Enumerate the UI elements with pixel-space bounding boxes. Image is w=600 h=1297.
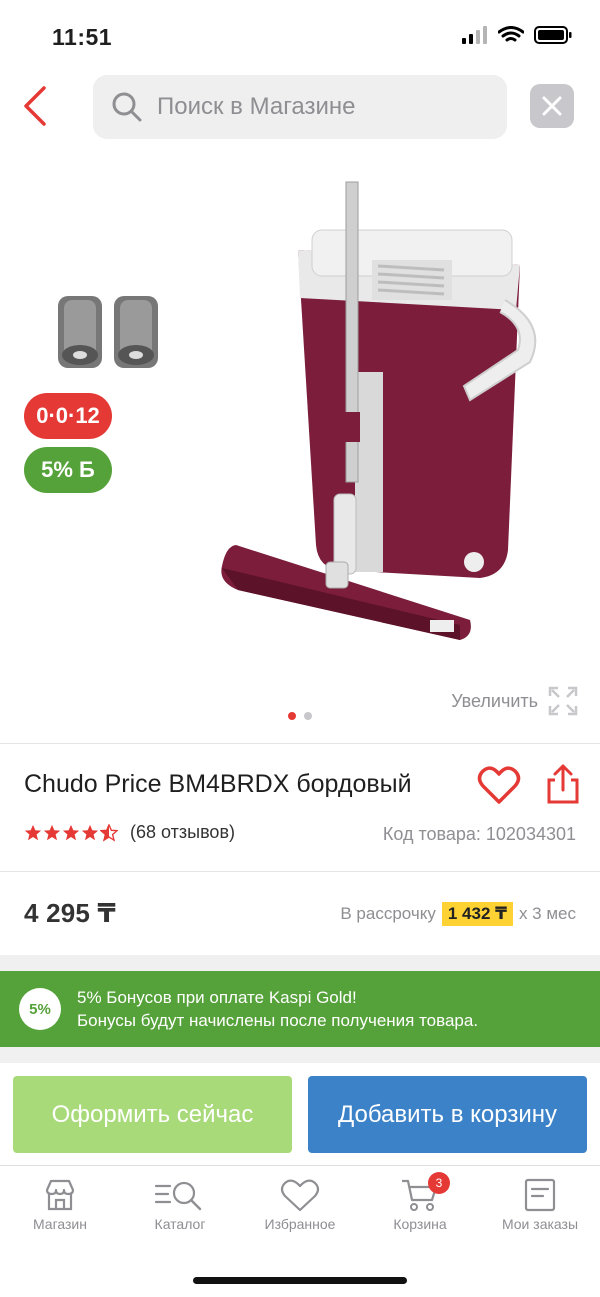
tab-favorites-label: Избранное — [264, 1216, 336, 1232]
wifi-icon — [498, 26, 524, 42]
product-sku: Код товара: 102034301 — [382, 824, 576, 844]
zoom-label: Увеличить — [451, 690, 538, 711]
gallery-pagination — [288, 712, 312, 720]
star-icon — [43, 824, 61, 840]
tab-catalog-label: Каталог — [154, 1216, 206, 1232]
heart-icon — [477, 766, 521, 804]
divider — [0, 743, 600, 744]
gallery-dot-active[interactable] — [288, 712, 296, 720]
product-image — [58, 181, 537, 640]
section-separator — [0, 1047, 600, 1063]
share-button[interactable] — [545, 764, 581, 806]
tab-favorites[interactable]: Избранное — [240, 1178, 360, 1232]
search-bar[interactable] — [93, 75, 507, 139]
store-icon — [45, 1179, 75, 1211]
installment-suffix: х 3 мес — [518, 904, 576, 923]
expand-icon — [548, 686, 578, 716]
share-icon — [547, 764, 579, 804]
tab-orders[interactable]: Мои заказы — [480, 1178, 600, 1232]
tab-shop[interactable]: Магазин — [0, 1178, 120, 1232]
chevron-left-icon — [24, 86, 46, 126]
battery-icon — [534, 26, 572, 44]
gallery-dot[interactable] — [304, 712, 312, 720]
tab-shop-label: Магазин — [32, 1216, 87, 1232]
bonus-banner-note: Бонусы будут начислены после получения т… — [77, 1011, 479, 1030]
installment-info: В рассрочку 1 432 ₸ х 3 мес — [340, 902, 576, 926]
catalog-search-icon — [154, 1181, 202, 1211]
orders-icon — [524, 1178, 556, 1212]
search-input[interactable] — [157, 93, 477, 121]
installment-badge: 0·0·12 — [24, 393, 112, 439]
zoom-button[interactable]: Увеличить — [451, 686, 578, 716]
search-header — [0, 70, 600, 146]
product-price: 4 295 ₸ — [24, 898, 116, 928]
status-time: 11:51 — [52, 24, 113, 50]
search-icon — [112, 92, 142, 122]
rating-row[interactable]: (68 отзывов) — [24, 822, 235, 843]
star-icon — [62, 824, 80, 840]
close-icon — [542, 96, 562, 116]
star-icon — [24, 824, 42, 840]
status-icons — [462, 26, 572, 44]
product-title: Chudo Price BM4BRDX бордовый — [24, 770, 412, 798]
bonus-banner: 5% 5% Бонусов при оплате Kaspi Gold! Бон… — [0, 971, 600, 1047]
installment-prefix: В рассрочку — [340, 904, 436, 923]
divider — [0, 871, 600, 872]
rating-stars — [24, 823, 118, 842]
clear-search-button[interactable] — [530, 84, 574, 128]
refill-pads-image — [58, 296, 158, 368]
add-to-cart-button[interactable]: Добавить в корзину — [308, 1076, 587, 1153]
installment-amount: 1 432 ₸ — [441, 902, 513, 926]
tab-cart[interactable]: Корзина 3 — [360, 1172, 480, 1232]
tab-orders-label: Мои заказы — [501, 1216, 579, 1232]
heart-icon — [280, 1179, 320, 1212]
favorite-button[interactable] — [477, 765, 521, 805]
section-separator — [0, 955, 600, 971]
product-gallery[interactable]: 0·0·12 5% Б Увеличить — [0, 150, 600, 740]
checkout-now-button[interactable]: Оформить сейчас — [13, 1076, 292, 1153]
back-button[interactable] — [18, 84, 58, 128]
tab-cart-label: Корзина — [393, 1216, 447, 1232]
star-icon — [81, 824, 99, 840]
bonus-percent-badge: 5% — [19, 988, 61, 1030]
signal-icon — [462, 26, 487, 44]
bonus-badge: 5% Б — [24, 447, 112, 493]
home-indicator[interactable] — [193, 1277, 407, 1284]
status-bar: 11:51 — [0, 0, 600, 70]
cart-count-badge: 3 — [428, 1172, 450, 1194]
reviews-link[interactable]: (68 отзывов) — [130, 822, 235, 843]
star-half-icon — [100, 823, 118, 842]
bonus-banner-title: 5% Бонусов при оплате Kaspi Gold! — [77, 988, 357, 1007]
tab-catalog[interactable]: Каталог — [120, 1178, 240, 1232]
